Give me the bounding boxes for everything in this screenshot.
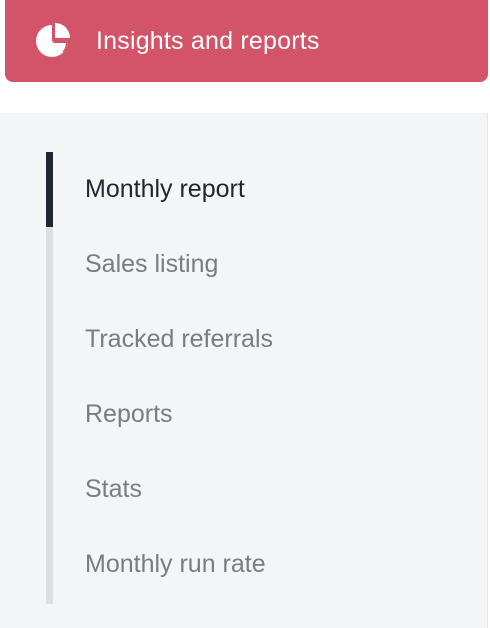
nav-item-stats[interactable]: Stats: [46, 452, 466, 527]
nav-item-monthly-run-rate[interactable]: Monthly run rate: [46, 527, 466, 602]
section-header[interactable]: Insights and reports: [5, 0, 488, 82]
nav-item-monthly-report[interactable]: Monthly report: [46, 152, 466, 227]
nav-item-tracked-referrals[interactable]: Tracked referrals: [46, 302, 466, 377]
section-title: Insights and reports: [96, 26, 320, 55]
nav-list: Monthly report Sales listing Tracked ref…: [46, 152, 466, 602]
nav-item-label: Reports: [85, 400, 173, 428]
nav-item-label: Stats: [85, 475, 142, 503]
nav-item-label: Tracked referrals: [85, 325, 274, 353]
nav-item-label: Monthly report: [85, 175, 245, 203]
pie-chart-icon: [32, 21, 72, 61]
nav-item-label: Monthly run rate: [85, 550, 266, 578]
nav-panel: Monthly report Sales listing Tracked ref…: [0, 113, 488, 628]
nav-item-label: Sales listing: [85, 250, 219, 278]
nav-item-sales-listing[interactable]: Sales listing: [46, 227, 466, 302]
nav-item-reports[interactable]: Reports: [46, 377, 466, 452]
